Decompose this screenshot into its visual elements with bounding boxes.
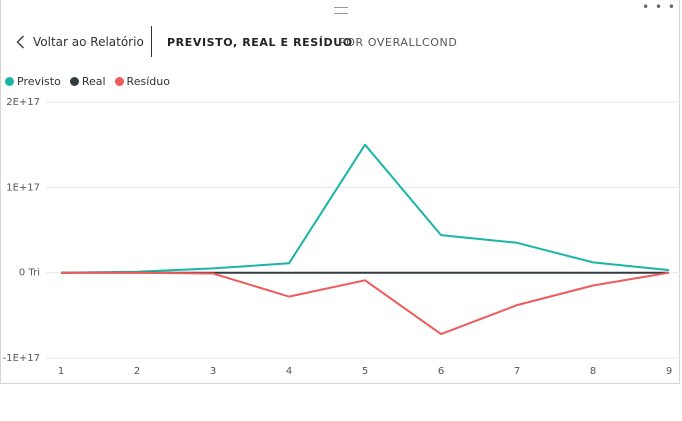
y-tick-label: 1E+17 <box>6 182 40 193</box>
data-point-residuo <box>286 294 292 300</box>
data-point-residuo <box>590 282 596 288</box>
x-tick-label: 4 <box>286 366 292 377</box>
data-point-real <box>286 270 292 276</box>
data-point-real <box>514 270 520 276</box>
data-point-residuo <box>438 331 444 337</box>
x-tick-label: 8 <box>590 366 596 377</box>
data-point-residuo <box>666 270 672 276</box>
x-tick-label: 1 <box>58 366 64 377</box>
data-point-previsto <box>362 142 368 148</box>
x-tick-label: 7 <box>514 366 520 377</box>
data-point-residuo <box>362 277 368 283</box>
data-point-real <box>438 270 444 276</box>
x-tick-label: 6 <box>438 366 444 377</box>
x-tick-label: 5 <box>362 366 368 377</box>
data-point-previsto <box>590 259 596 265</box>
y-tick-label: 2E+17 <box>6 97 40 108</box>
y-tick-label: 0 Tri <box>19 268 40 279</box>
data-point-real <box>362 270 368 276</box>
data-point-real <box>590 270 596 276</box>
data-point-previsto <box>286 260 292 266</box>
data-point-residuo <box>58 270 64 276</box>
data-point-residuo <box>134 270 140 276</box>
data-point-residuo <box>210 271 216 277</box>
x-tick-label: 2 <box>134 366 140 377</box>
series-line-previsto <box>60 143 670 274</box>
data-point-previsto <box>438 232 444 238</box>
data-point-residuo <box>514 302 520 308</box>
data-point-previsto <box>514 240 520 246</box>
x-tick-label: 3 <box>210 366 216 377</box>
x-tick-label: 9 <box>666 366 672 377</box>
line-chart: -1E+17 0 Tri 1E+17 2E+17 1 2 3 4 5 6 7 8 9 <box>3 97 680 377</box>
y-tick-label: -1E+17 <box>3 353 40 364</box>
